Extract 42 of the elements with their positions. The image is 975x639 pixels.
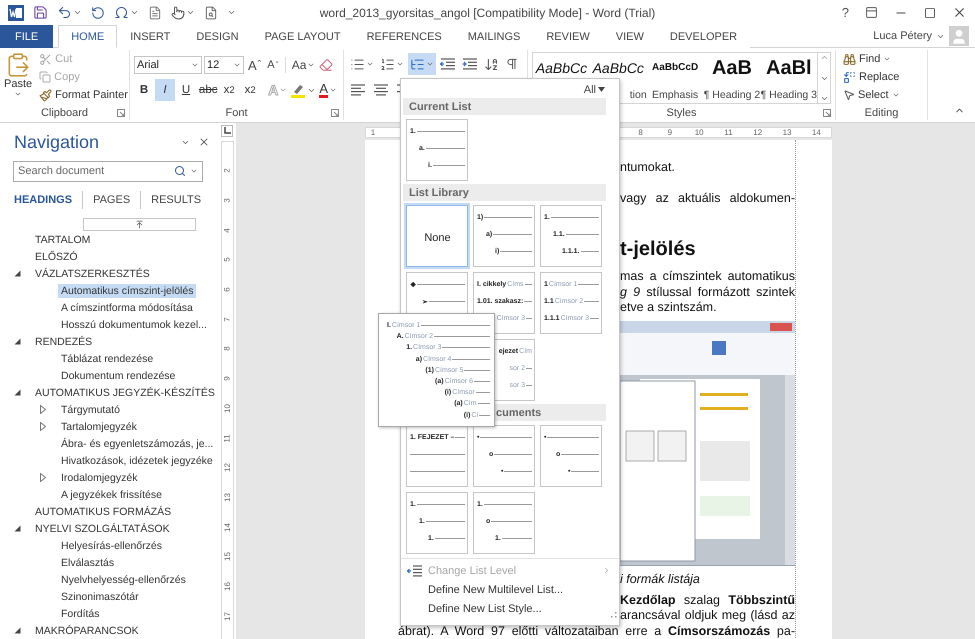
ruler-number: 9 xyxy=(666,128,674,137)
body-text: ntumokat. xyxy=(620,160,676,176)
ruler-number: 10 xyxy=(222,404,232,413)
group-label: Styles xyxy=(666,106,696,118)
ruler-number: 5 xyxy=(222,258,232,262)
ruler-number: 14 xyxy=(810,128,822,137)
ruler-number: 4 xyxy=(222,228,232,232)
ruler-number: 12 xyxy=(222,463,232,472)
figure-caption: i formák listája xyxy=(620,572,701,588)
ruler-number: 11 xyxy=(723,128,734,137)
body-text: Kezdőlap szalag Többszintű xyxy=(620,592,795,608)
ruler-number: 13 xyxy=(222,492,232,502)
ruler-number: 9 xyxy=(222,376,232,381)
ruler-number: 3 xyxy=(222,198,232,203)
ruler-number: 16 xyxy=(222,582,232,591)
ruler-number: 10 xyxy=(694,128,705,137)
section-header: Current List xyxy=(403,98,606,115)
ruler-number: 1 xyxy=(370,128,376,137)
group-label: Font xyxy=(225,106,248,118)
ruler-number: 8 xyxy=(637,128,644,137)
ruler-number: 8 xyxy=(222,346,232,352)
body-text: ábrat). A Word 97 előtti változataiban erre a Címsorszámozás pa- xyxy=(398,624,795,639)
ruler-number: 13 xyxy=(782,128,792,137)
ruler-number: 14 xyxy=(222,522,232,532)
document-heading: t-jelölés xyxy=(620,236,697,261)
group-label: Clipboard xyxy=(40,106,88,118)
body-text: etve a szintszám. xyxy=(620,300,718,316)
ruler-number: 2 xyxy=(222,168,232,174)
ruler-number: 6 xyxy=(222,287,232,292)
section-header: List Library xyxy=(403,184,606,201)
body-text: arancsával oldjuk meg (lásd az xyxy=(620,608,795,624)
ruler-number: 12 xyxy=(752,128,764,137)
group-label: Editing xyxy=(864,106,898,118)
pane-title: Navigation xyxy=(14,132,100,153)
ruler-number: 7 xyxy=(222,317,232,322)
ruler-number: 17 xyxy=(222,612,232,621)
window-title: word_2013_gyorsitas_angol [Compatibility Mode] - Word (Trial) xyxy=(320,6,656,20)
ruler-number: 15 xyxy=(222,552,232,562)
body-text: g 9 stílussal formázott szintek xyxy=(620,284,795,300)
body-text: vagy az aktuális aldokumen- xyxy=(620,191,795,207)
ruler-number: 11 xyxy=(222,434,232,442)
body-text: mas a címszintek automatikus xyxy=(620,268,795,285)
